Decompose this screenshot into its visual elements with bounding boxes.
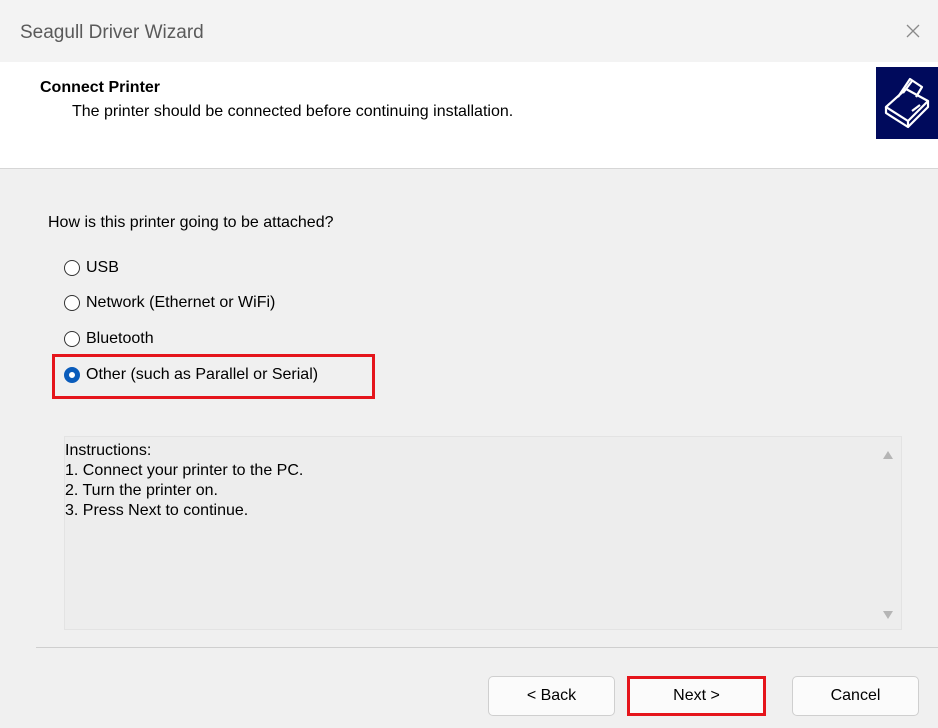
radio-network-label: Network (Ethernet or WiFi): [86, 294, 276, 311]
radio-bluetooth-label: Bluetooth: [86, 330, 154, 347]
window-title: Seagull Driver Wizard: [20, 22, 204, 43]
page-title: Connect Printer: [40, 79, 161, 96]
radio-other-label: Other (such as Parallel or Serial): [86, 366, 319, 383]
radio-usb-indicator[interactable]: [64, 260, 80, 276]
footer-divider: [36, 647, 938, 648]
printer-logo-icon: [876, 67, 938, 139]
radio-network[interactable]: Network (Ethernet or WiFi): [64, 294, 275, 312]
header-divider: [0, 168, 938, 169]
radio-network-indicator[interactable]: [64, 295, 80, 311]
radio-other-indicator[interactable]: [64, 367, 80, 383]
attach-question: How is this printer going to be attached…: [48, 214, 334, 231]
radio-bluetooth-indicator[interactable]: [64, 331, 80, 347]
close-icon: [906, 24, 920, 38]
back-button[interactable]: < Back: [488, 676, 615, 716]
page-subtitle: The printer should be connected before c…: [72, 103, 514, 120]
scroll-up-icon[interactable]: [883, 451, 893, 459]
cancel-button[interactable]: Cancel: [792, 676, 919, 716]
instructions-box[interactable]: Instructions: 1. Connect your printer to…: [64, 436, 902, 630]
radio-other[interactable]: Other (such as Parallel or Serial): [64, 366, 318, 384]
instructions-scrollbar[interactable]: [877, 437, 901, 629]
radio-bluetooth[interactable]: Bluetooth: [64, 330, 154, 348]
instructions-text: Instructions: 1. Connect your printer to…: [65, 442, 304, 519]
scroll-down-icon[interactable]: [883, 611, 893, 619]
title-bar: Seagull Driver Wizard: [0, 0, 938, 62]
radio-usb-label: USB: [86, 259, 119, 276]
radio-usb[interactable]: USB: [64, 259, 119, 277]
close-button[interactable]: [898, 16, 928, 46]
next-button[interactable]: Next >: [627, 676, 766, 716]
wizard-header: Connect Printer The printer should be co…: [0, 62, 938, 168]
